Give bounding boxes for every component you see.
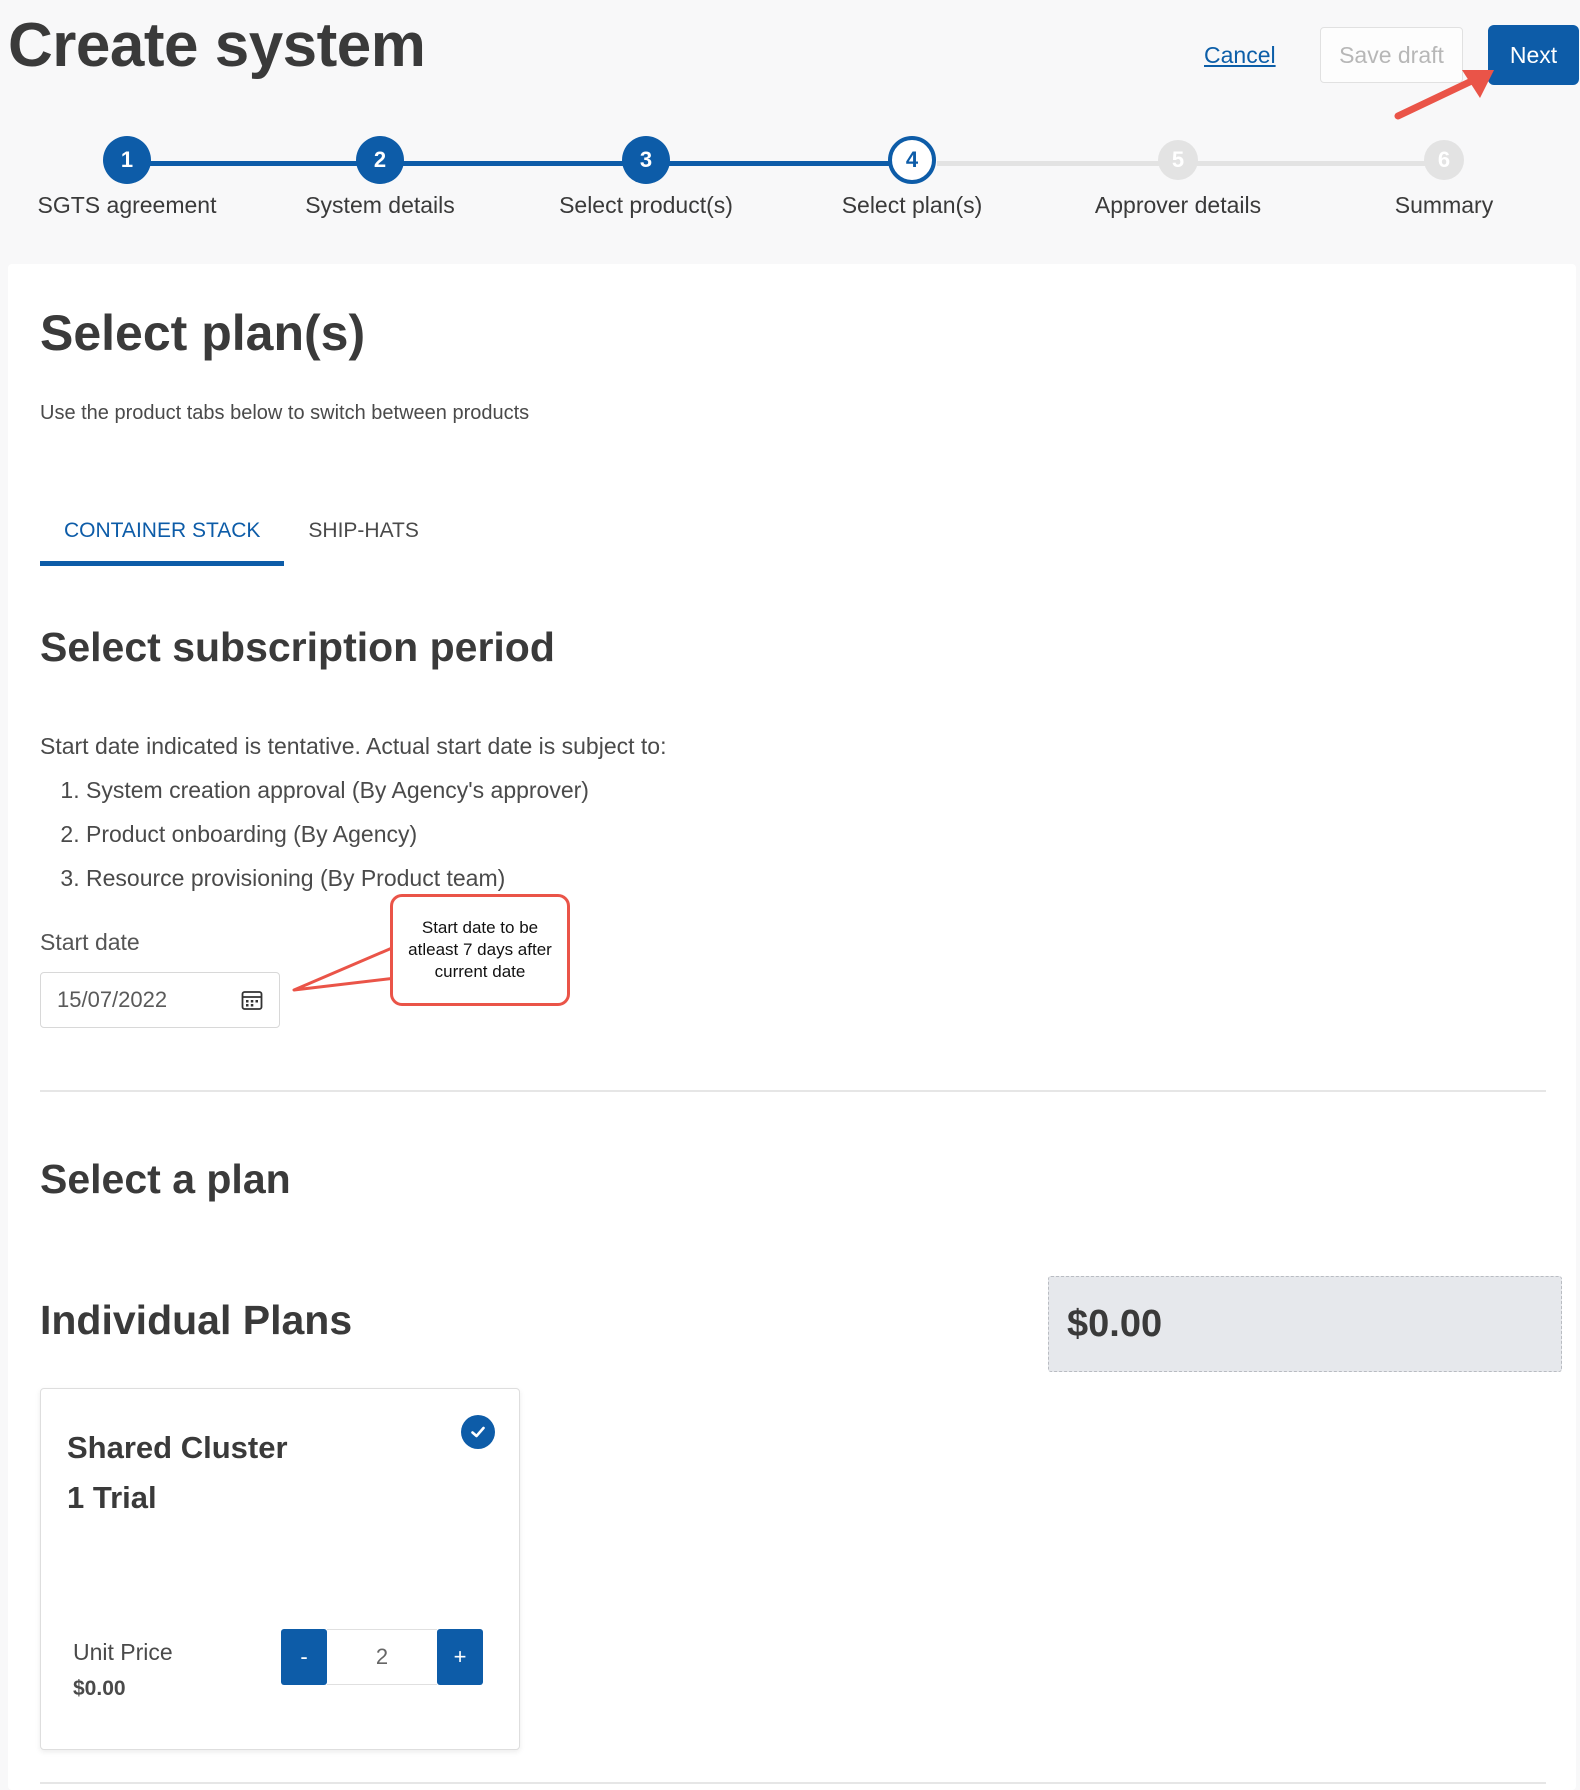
step-number: 5 <box>1158 140 1198 180</box>
notice-intro: Start date indicated is tentative. Actua… <box>40 733 667 759</box>
unit-price-label: Unit Price <box>73 1639 173 1665</box>
condition-item: Resource provisioning (By Product team) <box>86 856 666 900</box>
step-number: 2 <box>356 136 404 184</box>
callout-pointer <box>292 946 398 992</box>
subscription-notice: Start date indicated is tentative. Actua… <box>40 724 666 900</box>
decrement-button[interactable]: - <box>281 1629 327 1685</box>
step-number: 3 <box>622 136 670 184</box>
step-label: Summary <box>1394 192 1494 218</box>
plan-name: Shared Cluster <box>67 1430 288 1465</box>
calendar-icon[interactable] <box>241 989 263 1011</box>
increment-button[interactable]: + <box>437 1629 483 1685</box>
quantity-input[interactable]: 2 <box>327 1629 437 1685</box>
step-number: 6 <box>1424 140 1464 180</box>
step-label: SGTS agreement <box>37 192 217 218</box>
total-price: $0.00 <box>1048 1276 1562 1372</box>
plan-group-heading: Individual Plans <box>40 1297 353 1343</box>
quantity-stepper: - 2 + <box>281 1629 483 1685</box>
step-label: Approver details <box>1094 192 1262 218</box>
product-tabs: CONTAINER STACK SHIP-HATS <box>40 500 443 566</box>
condition-item: System creation approval (By Agency's ap… <box>86 768 666 812</box>
plan-title: Shared Cluster 1 Trial <box>67 1423 288 1523</box>
step-select-products[interactable]: 3 Select product(s) <box>536 136 756 219</box>
stepper-line-complete <box>127 161 889 166</box>
section-divider <box>40 1090 1546 1092</box>
section-subtitle: Use the product tabs below to switch bet… <box>40 402 530 424</box>
unit-price-value: $0.00 <box>73 1677 126 1700</box>
plan-card-shared-cluster[interactable]: Shared Cluster 1 Trial Unit Price $0.00 … <box>40 1388 520 1750</box>
notice-conditions: System creation approval (By Agency's ap… <box>86 768 666 900</box>
main-card: Select plan(s) Use the product tabs belo… <box>8 264 1576 1790</box>
start-date-label: Start date <box>40 929 140 955</box>
step-select-plans: 4 Select plan(s) <box>802 136 1022 219</box>
progress-stepper: 1 SGTS agreement 2 System details 3 Sele… <box>0 136 1580 236</box>
start-date-field[interactable]: 15/07/2022 <box>40 972 280 1028</box>
next-button[interactable]: Next <box>1490 27 1577 83</box>
tab-container-stack[interactable]: CONTAINER STACK <box>40 500 285 566</box>
plan-subtitle: 1 Trial <box>67 1480 157 1515</box>
step-sgts-agreement[interactable]: 1 SGTS agreement <box>17 136 237 219</box>
step-system-details[interactable]: 2 System details <box>270 136 490 219</box>
step-approver-details: 5 Approver details <box>1068 136 1288 219</box>
plan-heading: Select a plan <box>40 1156 291 1202</box>
annotation-callout: Start date to be atleast 7 days after cu… <box>390 894 570 1006</box>
annotation-arrow <box>1394 70 1494 120</box>
bottom-divider <box>40 1782 1546 1784</box>
start-date-value: 15/07/2022 <box>57 987 168 1012</box>
condition-item: Product onboarding (By Agency) <box>86 812 666 856</box>
section-title: Select plan(s) <box>40 305 366 361</box>
step-label: System details <box>305 192 455 218</box>
cancel-link[interactable]: Cancel <box>1204 42 1276 69</box>
page-title: Create system <box>8 11 426 80</box>
selected-check-icon[interactable] <box>461 1415 495 1449</box>
step-summary: 6 Summary <box>1334 136 1554 219</box>
tab-ship-hats[interactable]: SHIP-HATS <box>284 500 442 566</box>
step-label: Select product(s) <box>559 192 733 218</box>
check-icon <box>471 1426 485 1438</box>
step-number: 1 <box>103 136 151 184</box>
subscription-heading: Select subscription period <box>40 624 555 670</box>
step-number: 4 <box>888 136 936 184</box>
step-label: Select plan(s) <box>841 192 983 218</box>
